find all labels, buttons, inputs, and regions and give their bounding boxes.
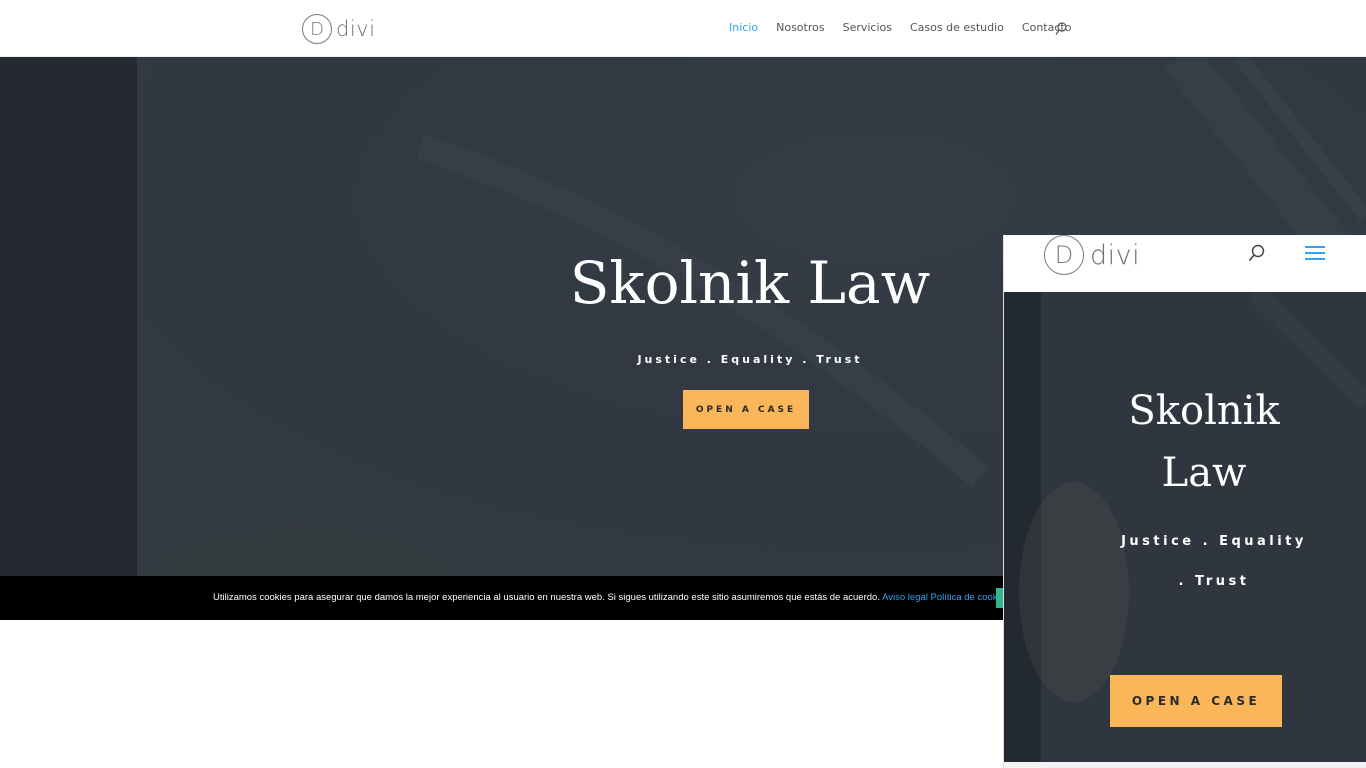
main-nav: Inicio Nosotros Servicios Casos de estud… bbox=[729, 21, 1071, 34]
mobile-tagline-line-2: . Trust bbox=[1178, 574, 1250, 589]
cookie-bar: Utilizamos cookies para asegurar que dam… bbox=[0, 576, 1010, 620]
site-header: D divi Inicio Nosotros Servicios Casos d… bbox=[0, 0, 1366, 57]
mobile-tagline-line-1: Justice . Equality bbox=[1121, 534, 1307, 549]
mobile-search-icon[interactable] bbox=[1248, 244, 1265, 262]
logo-text: divi bbox=[336, 17, 376, 41]
mobile-logo-text: divi bbox=[1090, 239, 1141, 271]
mobile-logo-mark-icon: D bbox=[1044, 235, 1084, 275]
logo-mark-icon: D bbox=[302, 14, 332, 44]
page: D divi Inicio Nosotros Servicios Casos d… bbox=[0, 0, 1366, 768]
nav-item-inicio[interactable]: Inicio bbox=[729, 21, 758, 34]
nav-item-casos-de-estudio[interactable]: Casos de estudio bbox=[910, 21, 1004, 34]
search-icon[interactable] bbox=[1055, 22, 1067, 36]
cookie-message-container: Utilizamos cookies para asegurar que dam… bbox=[213, 592, 1010, 603]
hamburger-menu-icon[interactable] bbox=[1305, 245, 1325, 261]
cookie-message: Utilizamos cookies para asegurar que dam… bbox=[213, 592, 880, 603]
hero-side-panel bbox=[0, 57, 137, 620]
hero-tagline: Justice . Equality . Trust bbox=[637, 353, 863, 366]
mobile-logo[interactable]: D divi bbox=[1044, 235, 1140, 275]
hero-title: Skolnik Law bbox=[569, 249, 931, 317]
mobile-open-a-case-button[interactable]: OPEN A CASE bbox=[1110, 675, 1282, 727]
nav-item-nosotros[interactable]: Nosotros bbox=[776, 21, 824, 34]
open-a-case-button[interactable]: OPEN A CASE bbox=[683, 390, 809, 429]
cookie-link-aviso-legal[interactable]: Aviso legal bbox=[882, 592, 928, 603]
mobile-hero-tagline: Justice . Equality . Trust bbox=[1084, 522, 1344, 602]
nav-item-servicios[interactable]: Servicios bbox=[843, 21, 892, 34]
mobile-title-line-2: Law bbox=[1161, 450, 1247, 496]
site-logo[interactable]: D divi bbox=[302, 13, 375, 45]
mobile-title-line-1: Skolnik bbox=[1128, 388, 1280, 434]
mobile-header: D divi bbox=[1004, 235, 1366, 292]
mobile-hero-title: Skolnik Law bbox=[1064, 380, 1344, 504]
mobile-preview: D divi Skolnik Law Justice . Equality . … bbox=[1003, 235, 1366, 768]
mobile-bottom-strip bbox=[1004, 762, 1366, 768]
mobile-hero-section: Skolnik Law Justice . Equality . Trust O… bbox=[1004, 292, 1366, 768]
